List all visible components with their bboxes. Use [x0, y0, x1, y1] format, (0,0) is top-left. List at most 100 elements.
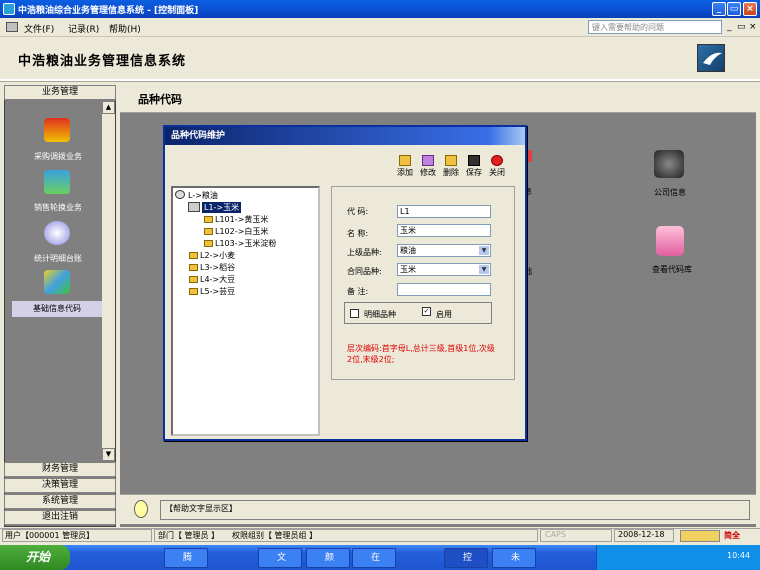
tree-node[interactable]: L3->稻谷 — [189, 262, 235, 273]
menu-record[interactable]: 记录(R) — [68, 22, 99, 35]
close-button[interactable]: × — [743, 2, 757, 16]
tree-node[interactable]: L5->芸豆 — [189, 286, 235, 297]
scroll-down-icon[interactable]: ▼ — [102, 448, 115, 461]
contract-variety-select[interactable]: 玉米 ▼ — [397, 263, 491, 276]
detail-variety-checkbox[interactable] — [350, 309, 359, 318]
app-icon — [3, 3, 15, 15]
task-button[interactable]: 文 — [258, 548, 302, 568]
help-text-area: 【帮助文字显示区】 — [160, 500, 750, 520]
clock-icon[interactable] — [44, 221, 70, 245]
tree-node[interactable]: L4->大豆 — [189, 274, 235, 285]
coding-note: 层次编码:首字母L,总计三级,首级1位,次级2位,末级2位; — [347, 344, 495, 364]
purchase-icon[interactable] — [44, 118, 70, 142]
maximize-button[interactable]: ▭ — [727, 2, 741, 16]
status-group: 权限组别【 管理员组 】 — [232, 531, 318, 540]
tree-node-root[interactable]: L->粮油 — [188, 190, 218, 201]
lightbulb-icon — [134, 500, 148, 518]
help-search-input[interactable]: 键入需要帮助的问题 — [588, 20, 722, 34]
clock: 10:44 — [727, 551, 751, 560]
chevron-down-icon[interactable]: ▼ — [479, 246, 489, 255]
folder-icon — [399, 155, 411, 166]
enable-checkbox[interactable]: ✓ — [422, 307, 431, 316]
ime-mode[interactable]: 简全 — [724, 530, 740, 541]
mdi-minimize-icon[interactable]: _ — [727, 22, 732, 32]
books-icon[interactable] — [44, 170, 70, 194]
pink-player-icon[interactable] — [656, 226, 684, 256]
edit-button[interactable]: 修改 — [417, 155, 439, 178]
task-button[interactable]: 未 — [492, 548, 536, 568]
menu-file[interactable]: 文件(F) — [24, 22, 54, 35]
main-title-bar: 品种代码 — [120, 85, 756, 113]
document-icon[interactable] — [6, 22, 18, 32]
parent-variety-select[interactable]: 粮油 ▼ — [397, 244, 491, 257]
delete-button[interactable]: 删除 — [440, 155, 462, 178]
close-icon — [491, 155, 503, 166]
view-code-library-label[interactable]: 查看代码库 — [646, 264, 698, 275]
chevron-down-icon[interactable]: ▼ — [479, 265, 489, 274]
quick-launch[interactable] — [88, 551, 158, 565]
tree-node[interactable]: L103->玉米淀粉 — [204, 238, 276, 249]
nav-group-logout[interactable]: 退出注销 — [4, 510, 116, 525]
nav-scrollbar[interactable]: ▲ ▼ — [102, 101, 115, 461]
folder-icon — [189, 252, 198, 259]
nav-item-basic-codes[interactable]: 基础信息代码 — [12, 301, 102, 317]
tree-node[interactable]: L2->小麦 — [189, 250, 235, 261]
company-logo — [697, 44, 725, 72]
enable-label: 启用 — [436, 310, 452, 319]
start-button[interactable]: 开始 — [0, 545, 70, 570]
contract-variety-label: 合同品种: — [347, 267, 382, 276]
menu-help[interactable]: 帮助(H) — [109, 22, 141, 35]
task-button[interactable]: 腾 — [164, 548, 208, 568]
app-header: 中浩粮油业务管理信息系统 — [0, 37, 760, 81]
task-button-active[interactable]: 控 — [444, 548, 488, 568]
nav-group-business[interactable]: 业务管理 — [4, 85, 116, 100]
code-label: 代 码: — [347, 207, 369, 216]
nav-item-statistics[interactable]: 统计明细台账 — [10, 253, 106, 264]
nav-group-finance[interactable]: 财务管理 — [4, 462, 116, 477]
dialog-title: 品种代码维护 — [165, 127, 525, 145]
code-field[interactable]: L1 — [397, 205, 491, 218]
mdi-close-icon[interactable]: × — [749, 22, 757, 32]
task-button[interactable]: 颜 — [306, 548, 350, 568]
folder-icon — [204, 228, 213, 235]
parent-variety-label: 上级品种: — [347, 248, 382, 257]
save-icon — [468, 155, 480, 166]
status-user: 用户【000001 管理员】 — [5, 531, 95, 540]
nav-group-system[interactable]: 系统管理 — [4, 494, 116, 509]
tree-node[interactable]: L102->白玉米 — [204, 226, 268, 237]
shapes-icon[interactable] — [44, 270, 70, 294]
nav-item-sales[interactable]: 销售轮换业务 — [10, 202, 106, 213]
close-dialog-button[interactable]: 关闭 — [486, 155, 508, 178]
name-field[interactable]: 玉米 — [397, 224, 491, 237]
task-button[interactable]: 在 — [352, 548, 396, 568]
name-label: 名 称: — [347, 229, 369, 238]
folder-icon — [189, 264, 198, 271]
remark-label: 备 注: — [347, 287, 369, 296]
minimize-button[interactable]: _ — [712, 2, 726, 16]
tree-node[interactable]: L101->黄玉米 — [204, 214, 268, 225]
delete-icon — [445, 155, 457, 166]
folder-icon — [189, 276, 198, 283]
company-info-label[interactable]: 公司信息 — [648, 187, 692, 198]
window-title: 中浩粮油综合业务管理信息系统 - [控制面板] — [18, 6, 199, 16]
mdi-restore-icon[interactable]: ▭ — [737, 22, 746, 32]
scroll-up-icon[interactable]: ▲ — [102, 101, 115, 114]
edit-icon — [422, 155, 434, 166]
nav-group-decision[interactable]: 决策管理 — [4, 478, 116, 493]
save-button[interactable]: 保存 — [463, 155, 485, 178]
folder-icon — [204, 216, 213, 223]
ime-icon[interactable] — [680, 530, 720, 542]
folder-icon — [189, 288, 198, 295]
nav-item-purchase[interactable]: 采购调拨业务 — [10, 151, 106, 162]
title-bar: 中浩粮油综合业务管理信息系统 - [控制面板] _ ▭ × — [0, 0, 760, 18]
status-dept: 部门【 管理员 】 — [158, 531, 220, 540]
status-caps: CAPS — [545, 530, 566, 539]
add-button[interactable]: 添加 — [394, 155, 416, 178]
globe-icon — [175, 190, 185, 199]
remark-field[interactable] — [397, 283, 491, 296]
main-title: 品种代码 — [138, 93, 182, 106]
tree-node-selected[interactable]: L1->玉米 — [202, 202, 242, 213]
folder-icon — [204, 240, 213, 247]
detail-variety-label: 明细品种 — [364, 310, 396, 319]
media-player-icon[interactable] — [654, 150, 684, 178]
